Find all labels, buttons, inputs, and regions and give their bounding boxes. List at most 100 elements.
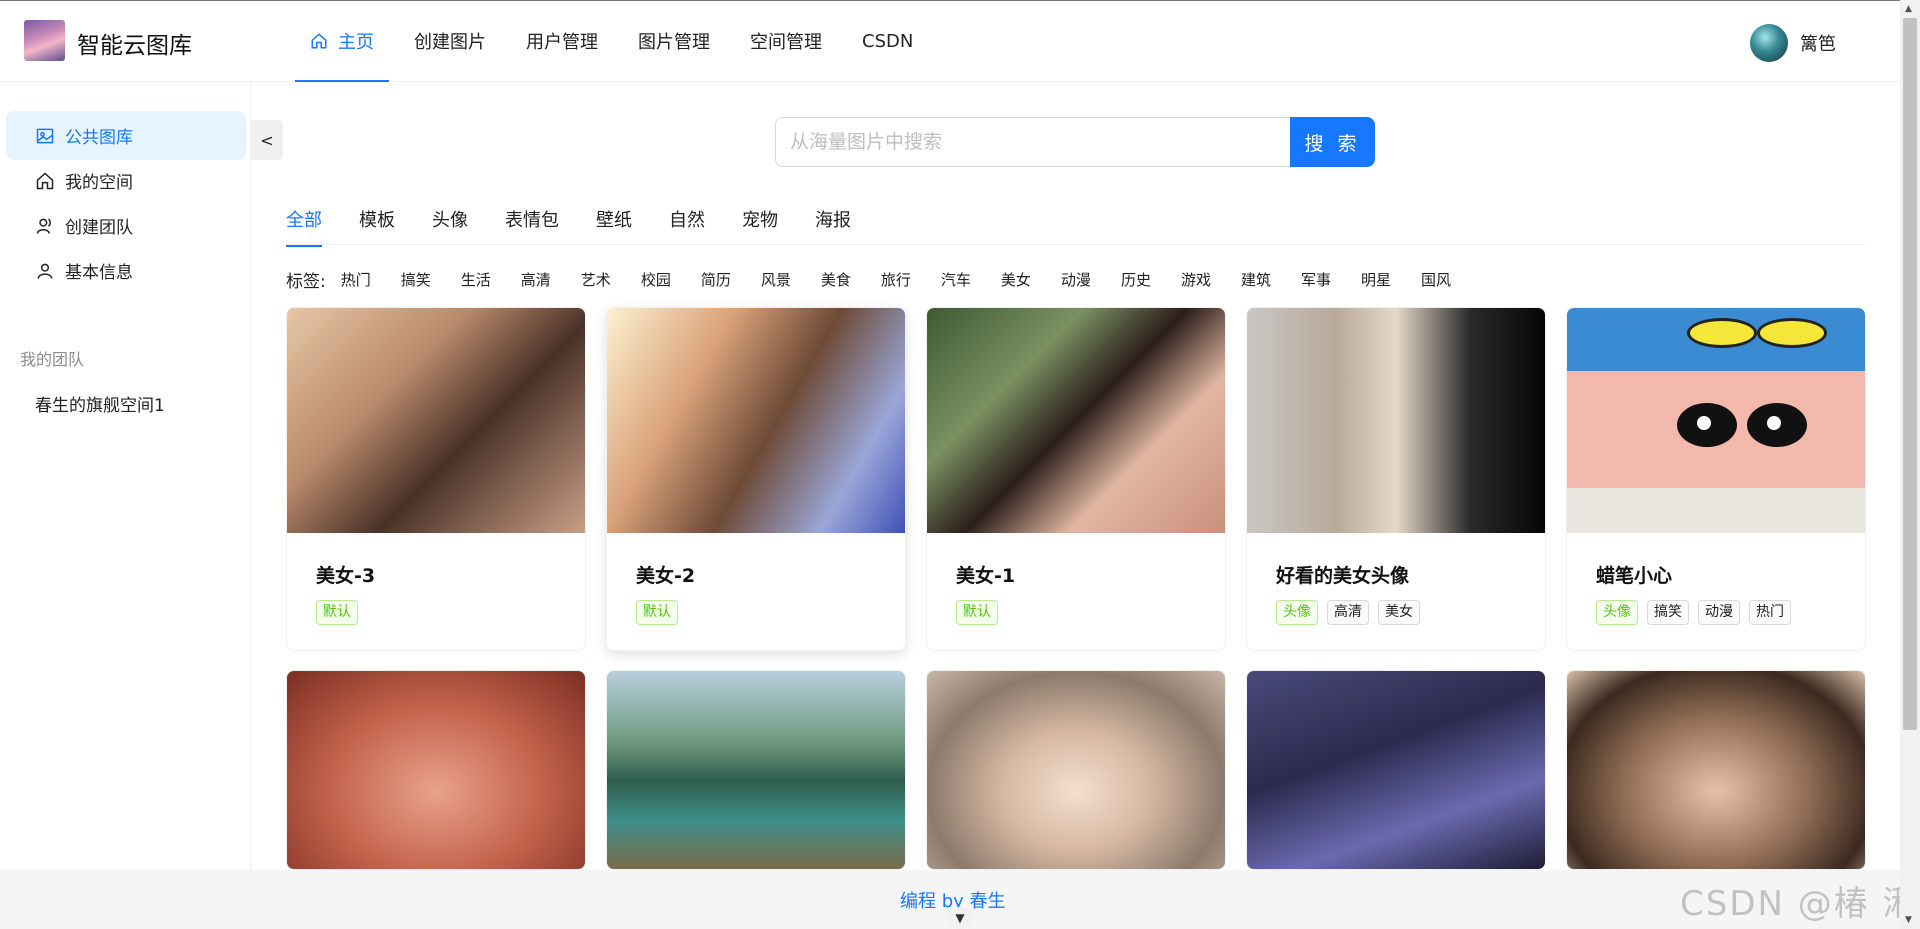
card-tags: 头像 高清 美女 <box>1276 600 1545 640</box>
user-icon <box>37 263 53 279</box>
nav-item-label: 用户管理 <box>526 32 598 53</box>
sidebar-item-my-space[interactable]: 我的空间 <box>6 156 246 205</box>
tag-option[interactable]: 游戏 <box>1172 266 1220 293</box>
card-tag[interactable]: 搞笑 <box>1647 600 1689 625</box>
card-image[interactable] <box>927 671 1225 869</box>
card-tag[interactable]: 头像 <box>1276 600 1318 625</box>
user-menu[interactable]: 篱笆 <box>1750 24 1836 62</box>
avatar[interactable] <box>1750 24 1788 62</box>
vertical-scrollbar[interactable]: ▲ ▼ <box>1900 0 1920 929</box>
search-button[interactable]: 搜 索 <box>1290 117 1375 167</box>
card-image[interactable] <box>607 671 905 869</box>
card-tag[interactable]: 默认 <box>316 600 358 625</box>
tag-option[interactable]: 军事 <box>1292 266 1340 293</box>
sidebar-collapse-button[interactable]: < <box>251 120 283 160</box>
category-tabs: 全部 模板 头像 表情包 壁纸 自然 宠物 海报 <box>286 196 1865 247</box>
card-tag[interactable]: 美女 <box>1378 600 1420 625</box>
picture-card[interactable]: 蜡笔小心 头像 搞笑 动漫 热门 <box>1566 307 1866 651</box>
tag-option[interactable]: 艺术 <box>572 266 620 293</box>
tag-option[interactable]: 汽车 <box>932 266 980 293</box>
nav-item-label: 主页 <box>338 32 374 53</box>
sidebar-item-public-gallery[interactable]: 公共图库 <box>6 111 246 160</box>
picture-card[interactable] <box>286 670 586 870</box>
tab-wallpaper[interactable]: 壁纸 <box>596 196 632 242</box>
tag-option[interactable]: 国风 <box>1412 266 1460 293</box>
card-image[interactable] <box>287 308 585 533</box>
nav-item-label: 图片管理 <box>638 32 710 53</box>
tab-avatar[interactable]: 头像 <box>432 196 468 242</box>
logo-image[interactable] <box>24 20 65 61</box>
user-name[interactable]: 篱笆 <box>1800 30 1836 56</box>
card-tag[interactable]: 热门 <box>1749 600 1791 625</box>
tag-option[interactable]: 旅行 <box>872 266 920 293</box>
picture-icon <box>36 128 54 143</box>
nav-item-csdn[interactable]: CSDN <box>842 0 933 82</box>
sidebar-item-label: 创建团队 <box>65 218 133 238</box>
card-tags: 默认 <box>316 600 585 640</box>
tag-option[interactable]: 动漫 <box>1052 266 1100 293</box>
card-image[interactable] <box>927 308 1225 533</box>
logo-title[interactable]: 智能云图库 <box>77 26 192 60</box>
tab-pet[interactable]: 宠物 <box>742 196 778 242</box>
card-tags: 默认 <box>956 600 1225 640</box>
card-image[interactable] <box>287 671 585 869</box>
picture-card[interactable] <box>606 670 906 870</box>
picture-card[interactable] <box>1246 670 1546 870</box>
card-tag[interactable]: 头像 <box>1596 600 1638 625</box>
card-tags: 默认 <box>636 600 905 640</box>
picture-card[interactable]: 美女-3 默认 <box>286 307 586 651</box>
tag-option[interactable]: 历史 <box>1112 266 1160 293</box>
tab-all[interactable]: 全部 <box>286 196 322 247</box>
tag-option[interactable]: 明星 <box>1352 266 1400 293</box>
tag-option[interactable]: 简历 <box>692 266 740 293</box>
card-image[interactable] <box>1567 671 1865 869</box>
card-tag[interactable]: 默认 <box>956 600 998 625</box>
tag-option[interactable]: 美食 <box>812 266 860 293</box>
tag-option[interactable]: 热门 <box>332 266 380 293</box>
sidebar-item-label: 春生的旗舰空间1 <box>35 396 165 416</box>
nav-item-image-manage[interactable]: 图片管理 <box>618 0 730 82</box>
tag-option[interactable]: 美女 <box>992 266 1040 293</box>
tag-option[interactable]: 建筑 <box>1232 266 1280 293</box>
card-title: 好看的美女头像 <box>1276 565 1410 587</box>
tab-emoji[interactable]: 表情包 <box>505 196 559 242</box>
tab-nature[interactable]: 自然 <box>669 196 705 242</box>
card-image[interactable] <box>1247 671 1545 869</box>
nav-item-home[interactable]: 主页 <box>290 0 394 82</box>
search-bar: 搜 索 <box>775 117 1375 167</box>
card-tag[interactable]: 动漫 <box>1698 600 1740 625</box>
card-tags: 头像 搞笑 动漫 热门 <box>1596 600 1865 640</box>
nav-item-user-manage[interactable]: 用户管理 <box>506 0 618 82</box>
tag-option[interactable]: 搞笑 <box>392 266 440 293</box>
tag-option[interactable]: 风景 <box>752 266 800 293</box>
card-image[interactable] <box>1247 308 1545 533</box>
tag-option[interactable]: 高清 <box>512 266 560 293</box>
scroll-down-icon[interactable]: ▼ <box>1905 915 1912 925</box>
sidebar-item-basic-info[interactable]: 基本信息 <box>6 246 246 295</box>
tab-template[interactable]: 模板 <box>359 196 395 242</box>
tag-option[interactable]: 生活 <box>452 266 500 293</box>
nav-item-space-manage[interactable]: 空间管理 <box>730 0 842 82</box>
tag-option[interactable]: 校园 <box>632 266 680 293</box>
picture-card[interactable] <box>1566 670 1866 870</box>
card-title: 美女-3 <box>316 565 376 587</box>
card-tag[interactable]: 高清 <box>1327 600 1369 625</box>
search-input[interactable] <box>775 117 1290 167</box>
sidebar-item-label: 公共图库 <box>65 128 133 148</box>
home-icon <box>36 171 54 189</box>
picture-card[interactable]: 美女-1 默认 <box>926 307 1226 651</box>
picture-card[interactable]: 好看的美女头像 头像 高清 美女 <box>1246 307 1546 651</box>
scroll-up-icon[interactable]: ▲ <box>1905 4 1912 14</box>
picture-card[interactable]: 美女-2 默认 <box>606 307 906 651</box>
nav-item-create-image[interactable]: 创建图片 <box>394 0 506 82</box>
card-tag[interactable]: 默认 <box>636 600 678 625</box>
chevron-down-icon[interactable]: ▼ <box>948 907 972 929</box>
card-image[interactable] <box>607 308 905 533</box>
picture-card[interactable] <box>926 670 1226 870</box>
card-image[interactable] <box>1567 308 1865 533</box>
sidebar-item-create-team[interactable]: 创建团队 <box>6 201 246 250</box>
sidebar-item-team-space[interactable]: 春生的旗舰空间1 <box>6 379 246 428</box>
sidebar-item-label: 我的空间 <box>65 173 133 193</box>
tab-poster[interactable]: 海报 <box>815 196 851 242</box>
scrollbar-thumb[interactable] <box>1903 18 1917 730</box>
